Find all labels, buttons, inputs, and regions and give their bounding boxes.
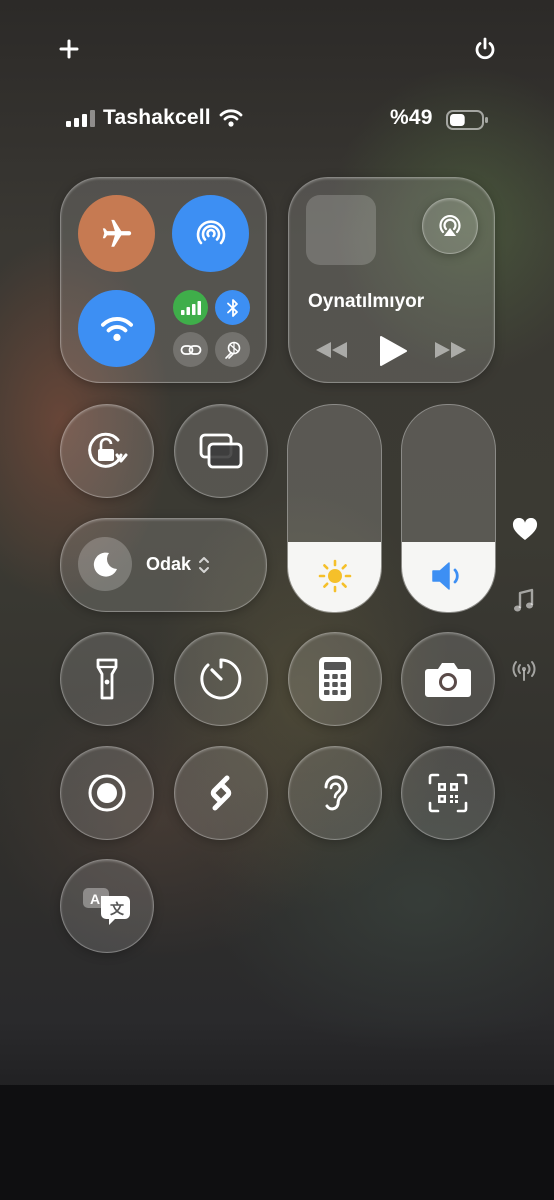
next-track-button[interactable] xyxy=(433,340,467,360)
airplay-button[interactable] xyxy=(422,198,478,254)
camera-icon xyxy=(425,663,471,697)
cellular-data-toggle[interactable] xyxy=(173,290,208,325)
wifi-toggle[interactable] xyxy=(78,290,155,367)
chevron-up-down-icon xyxy=(199,557,209,573)
home-dock-area xyxy=(0,1085,554,1200)
status-bar: Tashakcell %49 xyxy=(66,106,490,134)
power-icon xyxy=(475,37,495,60)
focus-label: Odak xyxy=(146,554,192,574)
brightness-slider[interactable] xyxy=(287,404,382,613)
add-control-button[interactable] xyxy=(56,36,82,62)
screen-recording-button[interactable] xyxy=(60,746,154,840)
music-note-icon xyxy=(514,588,534,612)
sun-icon xyxy=(318,559,352,593)
antenna-icon xyxy=(512,661,536,681)
previous-track-button[interactable] xyxy=(315,340,349,360)
personal-hotspot-toggle[interactable] xyxy=(173,332,208,367)
svg-text:A: A xyxy=(90,891,100,907)
flashlight-icon xyxy=(96,658,118,700)
timer-icon xyxy=(200,658,242,700)
calculator-button[interactable] xyxy=(288,632,382,726)
airplane-mode-toggle[interactable] xyxy=(78,195,155,272)
wifi-icon xyxy=(100,316,133,341)
record-icon xyxy=(88,774,126,812)
carrier-name: Tashakcell xyxy=(103,106,211,129)
focus-icon-circle xyxy=(78,537,132,591)
calculator-icon xyxy=(319,657,351,701)
shazam-icon xyxy=(210,775,232,811)
moon-icon xyxy=(93,552,117,577)
heart-icon xyxy=(512,518,538,540)
airplane-icon xyxy=(102,219,131,247)
airdrop-icon xyxy=(196,219,225,244)
now-playing-status: Oynatılmıyor xyxy=(308,291,425,312)
rotation-lock-icon xyxy=(88,432,128,468)
translate-button[interactable]: A 文 xyxy=(60,859,154,953)
flashlight-button[interactable] xyxy=(60,632,154,726)
translate-icon: A 文 xyxy=(83,888,130,925)
backward-icon xyxy=(316,342,347,358)
satellite-icon xyxy=(224,341,240,359)
forward-icon xyxy=(435,342,466,358)
power-button[interactable] xyxy=(471,35,499,63)
now-playing-panel: Oynatılmıyor xyxy=(288,177,495,383)
wifi-status-icon xyxy=(219,108,243,128)
orientation-lock-button[interactable] xyxy=(60,404,154,498)
volume-slider[interactable] xyxy=(401,404,496,613)
battery-icon xyxy=(446,109,489,131)
code-scanner-button[interactable] xyxy=(401,746,495,840)
connectivity-panel xyxy=(60,177,267,383)
focus-button[interactable]: Odak xyxy=(60,518,267,612)
camera-button[interactable] xyxy=(401,632,495,726)
bluetooth-icon xyxy=(226,298,238,317)
hearing-button[interactable] xyxy=(288,746,382,840)
screen-mirroring-button[interactable] xyxy=(174,404,268,498)
signal-strength-icon xyxy=(66,110,96,128)
album-artwork-placeholder xyxy=(306,195,376,265)
cellular-data-icon xyxy=(180,300,201,315)
svg-text:文: 文 xyxy=(110,901,125,918)
screen-mirroring-icon xyxy=(199,433,243,469)
timer-button[interactable] xyxy=(174,632,268,726)
bluetooth-toggle[interactable] xyxy=(215,290,250,325)
plus-icon xyxy=(59,39,79,59)
play-icon xyxy=(380,336,407,366)
battery-percentage: %49 xyxy=(390,106,433,129)
link-icon xyxy=(180,344,201,355)
play-button[interactable] xyxy=(378,335,408,367)
airdrop-toggle[interactable] xyxy=(172,195,249,272)
satellite-toggle[interactable] xyxy=(215,332,250,367)
airplay-audio-icon xyxy=(439,214,461,236)
shazam-button[interactable] xyxy=(174,746,268,840)
ear-icon xyxy=(324,775,348,811)
speaker-icon xyxy=(432,562,459,590)
qr-code-icon xyxy=(428,773,468,813)
